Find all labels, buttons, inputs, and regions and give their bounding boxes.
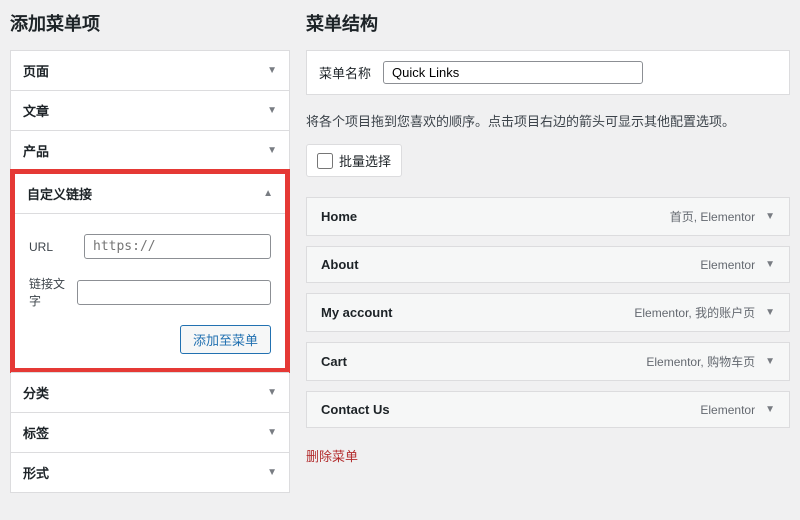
bulk-select-checkbox[interactable] (317, 153, 333, 169)
panel-tags-label: 标签 (23, 423, 49, 442)
delete-menu-link[interactable]: 删除菜单 (306, 446, 358, 465)
panel-custom-links-label: 自定义链接 (27, 184, 92, 203)
chevron-down-icon: ▼ (267, 387, 277, 398)
menu-item-about[interactable]: About Elementor ▼ (306, 246, 790, 283)
menu-item-meta: Elementor, 我的账户页 (634, 304, 755, 321)
menu-item-my-account[interactable]: My account Elementor, 我的账户页 ▼ (306, 293, 790, 332)
chevron-down-icon: ▼ (267, 467, 277, 478)
panel-products[interactable]: 产品 ▼ (11, 130, 289, 170)
panel-pages[interactable]: 页面 ▼ (11, 51, 289, 90)
chevron-down-icon[interactable]: ▼ (765, 404, 775, 415)
panel-categories-label: 分类 (23, 383, 49, 402)
menu-item-meta: Elementor, 购物车页 (646, 353, 755, 370)
panel-pages-label: 页面 (23, 61, 49, 80)
accordion-container: 页面 ▼ 文章 ▼ 产品 ▼ 自定义链接 ▲ URL (10, 50, 290, 493)
bulk-select-label: 批量选择 (339, 151, 391, 170)
drag-instruction: 将各个项目拖到您喜欢的顺序。点击项目右边的箭头可显示其他配置选项。 (306, 111, 790, 130)
chevron-down-icon[interactable]: ▼ (765, 356, 775, 367)
menu-item-meta: Elementor (700, 258, 755, 272)
panel-categories[interactable]: 分类 ▼ (11, 372, 289, 412)
panel-posts[interactable]: 文章 ▼ (11, 90, 289, 130)
menu-name-row: 菜单名称 (306, 50, 790, 95)
url-label: URL (29, 240, 74, 254)
bulk-select-row[interactable]: 批量选择 (306, 144, 402, 177)
highlighted-panel: 自定义链接 ▲ URL 链接文字 添加至菜单 (10, 169, 290, 373)
panel-posts-label: 文章 (23, 101, 49, 120)
chevron-up-icon: ▲ (263, 188, 273, 199)
menu-structure-heading: 菜单结构 (306, 10, 790, 36)
link-text-label: 链接文字 (29, 275, 67, 309)
chevron-down-icon: ▼ (267, 105, 277, 116)
chevron-down-icon: ▼ (267, 427, 277, 438)
url-input[interactable] (84, 234, 271, 259)
panel-products-label: 产品 (23, 141, 49, 160)
chevron-down-icon: ▼ (267, 145, 277, 156)
menu-item-name: About (321, 257, 359, 272)
custom-links-body: URL 链接文字 添加至菜单 (15, 213, 285, 368)
panel-tags[interactable]: 标签 ▼ (11, 412, 289, 452)
menu-item-name: Contact Us (321, 402, 390, 417)
menu-item-cart[interactable]: Cart Elementor, 购物车页 ▼ (306, 342, 790, 381)
panel-custom-links[interactable]: 自定义链接 ▲ (15, 174, 285, 213)
menu-name-input[interactable] (383, 61, 643, 84)
chevron-down-icon[interactable]: ▼ (765, 211, 775, 222)
menu-item-home[interactable]: Home 首页, Elementor ▼ (306, 197, 790, 236)
chevron-down-icon[interactable]: ▼ (765, 307, 775, 318)
add-to-menu-button[interactable]: 添加至菜单 (180, 325, 271, 354)
menu-item-meta: Elementor (700, 403, 755, 417)
menu-item-contact-us[interactable]: Contact Us Elementor ▼ (306, 391, 790, 428)
add-menu-items-heading: 添加菜单项 (10, 10, 290, 36)
menu-item-name: Home (321, 209, 357, 224)
menu-items-list: Home 首页, Elementor ▼ About Elementor ▼ M… (306, 197, 790, 428)
menu-name-label: 菜单名称 (319, 63, 371, 82)
menu-item-name: My account (321, 305, 393, 320)
menu-item-name: Cart (321, 354, 347, 369)
menu-item-meta: 首页, Elementor (670, 208, 755, 225)
chevron-down-icon[interactable]: ▼ (765, 259, 775, 270)
link-text-input[interactable] (77, 280, 271, 305)
panel-formats[interactable]: 形式 ▼ (11, 452, 289, 492)
chevron-down-icon: ▼ (267, 65, 277, 76)
panel-formats-label: 形式 (23, 463, 49, 482)
